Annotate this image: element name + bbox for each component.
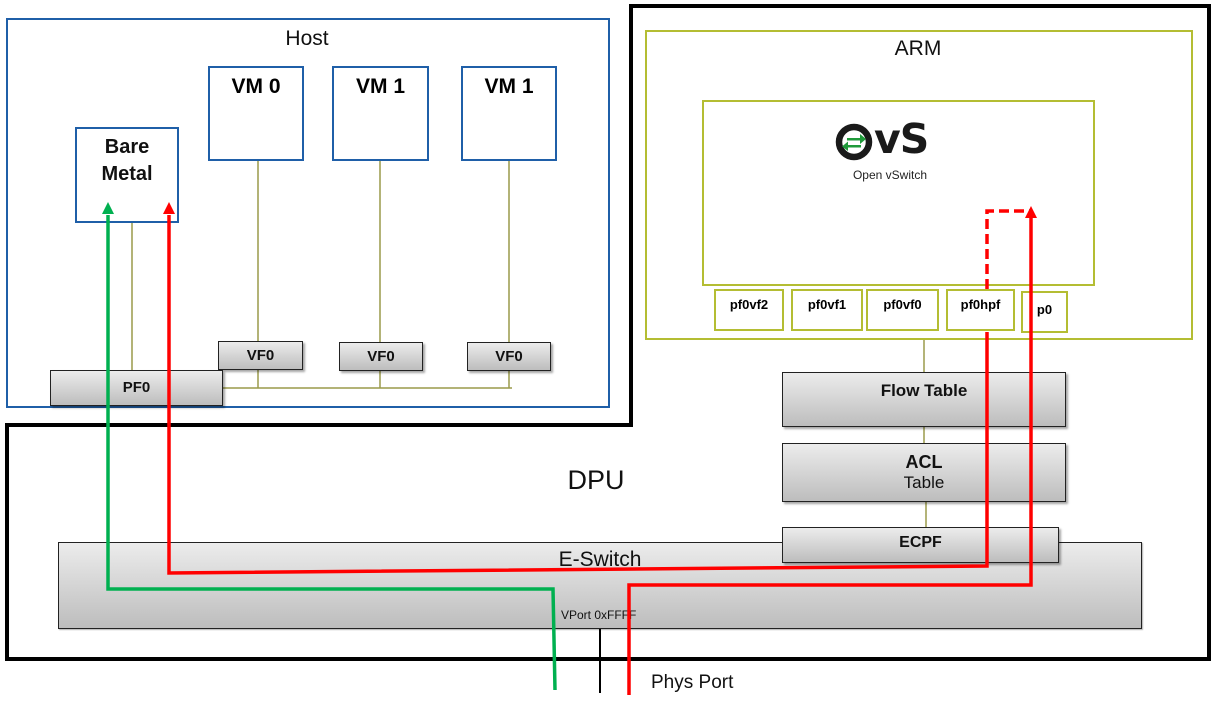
arm-title: ARM [894,37,942,60]
port-pf0vf2[interactable]: pf0vf2 [714,289,784,331]
vf-label: VF0 [495,348,523,365]
vm-box-2[interactable]: VM 1 [461,66,557,161]
vf-label: VF0 [367,348,395,365]
port-label: p0 [1036,302,1053,317]
pf0-box[interactable]: PF0 [50,370,223,406]
port-label: pf0vf0 [883,297,922,312]
ovs-logo-ring [835,123,873,161]
bare-metal-label-line1: Bare [104,136,150,158]
port-label: pf0hpf [960,297,1001,312]
eswitch-title: E-Switch [558,548,642,571]
ovs-logo-subtitle: Open vSwitch [852,168,928,182]
port-p0[interactable]: p0 [1021,291,1068,333]
vport-label: VPort 0xFFFF [561,608,637,622]
port-label: pf0vf2 [729,297,769,312]
vm-box-1[interactable]: VM 1 [332,66,429,161]
pf0-label: PF0 [122,379,151,396]
vm-label: VM 0 [231,75,281,98]
host-title: Host [285,27,329,50]
vf0-box-0[interactable]: VF0 [218,341,303,370]
flow-table-box[interactable]: Flow Table [782,372,1066,427]
bidirectional-arrows-icon [842,134,866,151]
acl-table-box[interactable]: ACL Table [782,443,1066,502]
vf0-box-2[interactable]: VF0 [467,342,551,371]
port-pf0hpf[interactable]: pf0hpf [946,289,1015,331]
port-pf0vf0[interactable]: pf0vf0 [866,289,939,331]
vm-box-0[interactable]: VM 0 [208,66,304,161]
acl-label-line1: ACL [905,452,943,472]
phys-port-label: Phys Port [651,672,734,693]
ovs-logo: vS Open vSwitch [834,115,944,188]
flow-table-label: Flow Table [880,381,968,400]
bare-metal-box[interactable]: Bare Metal [75,127,179,223]
vm-label: VM 1 [355,75,405,98]
ovs-logo-mark: vS [874,115,929,163]
ecpf-box[interactable]: ECPF [782,527,1059,563]
vm-label: VM 1 [484,75,534,98]
vf0-box-1[interactable]: VF0 [339,342,423,371]
port-pf0vf1[interactable]: pf0vf1 [791,289,863,331]
vf-label: VF0 [246,347,275,364]
ecpf-label: ECPF [899,534,942,551]
dpu-title: DPU [567,465,625,495]
acl-label-line2: Table [903,473,945,492]
port-label: pf0vf1 [807,297,847,312]
bare-metal-label-line2: Metal [101,163,153,185]
